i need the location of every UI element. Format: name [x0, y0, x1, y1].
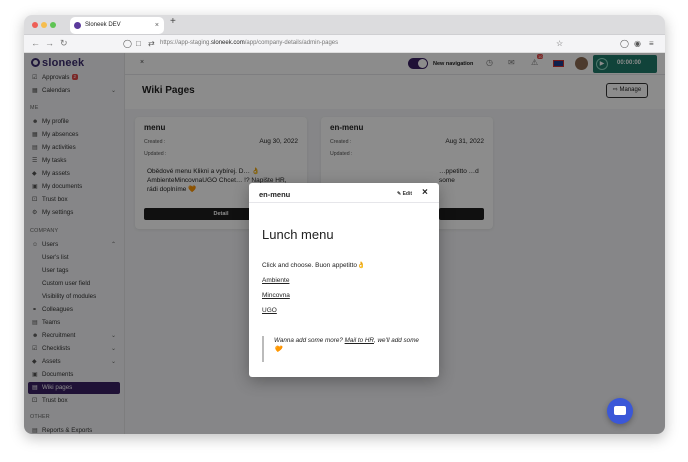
modal-title: en-menu — [259, 190, 291, 199]
menu-icon[interactable]: ≡ — [649, 39, 654, 48]
link-ambiente[interactable]: Ambiente — [262, 277, 289, 284]
lock-icon[interactable]: □ — [136, 39, 141, 48]
extensions-icon[interactable]: ◉ — [634, 39, 641, 48]
browser-window: Sloneek DEV × + ← → ↻ ◯ □ ⇄ https://app-… — [24, 15, 665, 434]
url-bar: ← → ↻ ◯ □ ⇄ https://app-staging.sloneek.… — [24, 35, 665, 53]
close-icon[interactable]: × — [422, 187, 428, 198]
address-field[interactable]: https://app-staging.sloneek.com/app/comp… — [160, 40, 338, 46]
tab-title: Sloneek DEV — [85, 22, 121, 28]
close-window-button[interactable] — [32, 22, 38, 28]
edit-button[interactable]: ✎ Edit — [397, 191, 412, 197]
modal-intro: Click and choose. Buon appetitto👌 — [262, 262, 366, 269]
reload-icon[interactable]: ↻ — [60, 38, 68, 49]
maximize-window-button[interactable] — [50, 22, 56, 28]
link-ugo[interactable]: UGO — [262, 307, 277, 314]
blockquote: Wanna add some more? Mail to HR, we'll a… — [262, 336, 424, 362]
minimize-window-button[interactable] — [41, 22, 47, 28]
new-tab-button[interactable]: + — [170, 16, 176, 27]
browser-tab[interactable]: Sloneek DEV × — [70, 17, 164, 34]
forward-icon[interactable]: → — [45, 38, 54, 48]
app: sloneek ☑ Approvals 2 ▦ Calendars ⌄ ME ☻ My p… — [24, 53, 665, 434]
shield-icon[interactable]: ◯ — [123, 39, 132, 48]
chat-widget-button[interactable] — [607, 398, 633, 424]
mail-to-hr-link[interactable]: Mail to HR — [345, 337, 374, 344]
tab-close-icon[interactable]: × — [155, 17, 159, 34]
bookmark-star-icon[interactable]: ☆ — [556, 39, 563, 48]
modal-heading: Lunch menu — [262, 227, 334, 242]
divider — [249, 202, 439, 203]
tab-bar: Sloneek DEV × + — [24, 15, 665, 35]
permissions-icon[interactable]: ⇄ — [148, 39, 155, 48]
wiki-modal: en-menu ✎ Edit × Lunch menu Click and ch… — [249, 183, 439, 377]
chat-bubble-icon — [614, 406, 626, 415]
pocket-icon[interactable]: ◯ — [620, 39, 629, 48]
link-mincovna[interactable]: Mincovna — [262, 292, 290, 299]
favicon-icon — [74, 22, 81, 29]
back-icon[interactable]: ← — [31, 38, 40, 48]
